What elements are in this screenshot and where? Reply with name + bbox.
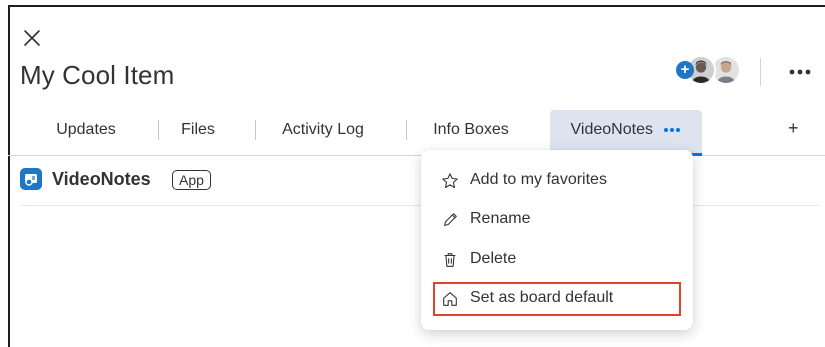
star-icon: [442, 173, 458, 189]
close-icon[interactable]: [20, 26, 44, 50]
item-title[interactable]: My Cool Item: [20, 60, 174, 91]
menu-item-rename[interactable]: Rename: [433, 203, 681, 237]
menu-item-label: Delete: [470, 250, 517, 267]
trash-icon: [444, 253, 456, 267]
app-name: VideoNotes: [52, 169, 151, 189]
menu-item-set-board-default[interactable]: Set as board default: [433, 282, 681, 316]
tab-activity-log[interactable]: Activity Log: [270, 110, 376, 156]
tab-files[interactable]: Files: [166, 110, 230, 156]
app-badge: App: [172, 170, 211, 190]
menu-item-label: Rename: [470, 210, 531, 227]
subscribers-avatars[interactable]: +: [676, 55, 756, 89]
videonotes-app-icon: [20, 168, 42, 190]
add-tab-button[interactable]: +: [788, 118, 799, 139]
tab-separator: [158, 120, 159, 140]
tab-separator: [406, 120, 407, 140]
tab-options-icon[interactable]: [663, 127, 681, 133]
tab-bar: Updates Files Activity Log Info Boxes Vi…: [8, 110, 825, 156]
home-icon: [443, 292, 457, 306]
tab-updates[interactable]: Updates: [36, 110, 136, 156]
more-options-icon[interactable]: [785, 64, 815, 80]
header-divider: [760, 58, 761, 86]
add-subscriber-icon[interactable]: +: [676, 61, 694, 79]
menu-item-label: Set as board default: [470, 289, 614, 306]
menu-item-delete[interactable]: Delete: [433, 243, 681, 277]
menu-item-label: Add to my favorites: [470, 171, 607, 188]
tab-label: Updates: [56, 121, 116, 138]
tab-context-menu: Add to my favorites Rename Delete Set as…: [421, 150, 693, 330]
content-divider: [20, 205, 820, 206]
tab-label: VideoNotes: [570, 121, 653, 138]
tab-separator: [255, 120, 256, 140]
tab-label: Files: [181, 121, 215, 138]
menu-item-add-to-favorites[interactable]: Add to my favorites: [433, 164, 681, 198]
tab-label: Activity Log: [282, 121, 364, 138]
pencil-icon: [444, 213, 457, 226]
tab-label: Info Boxes: [433, 121, 509, 138]
